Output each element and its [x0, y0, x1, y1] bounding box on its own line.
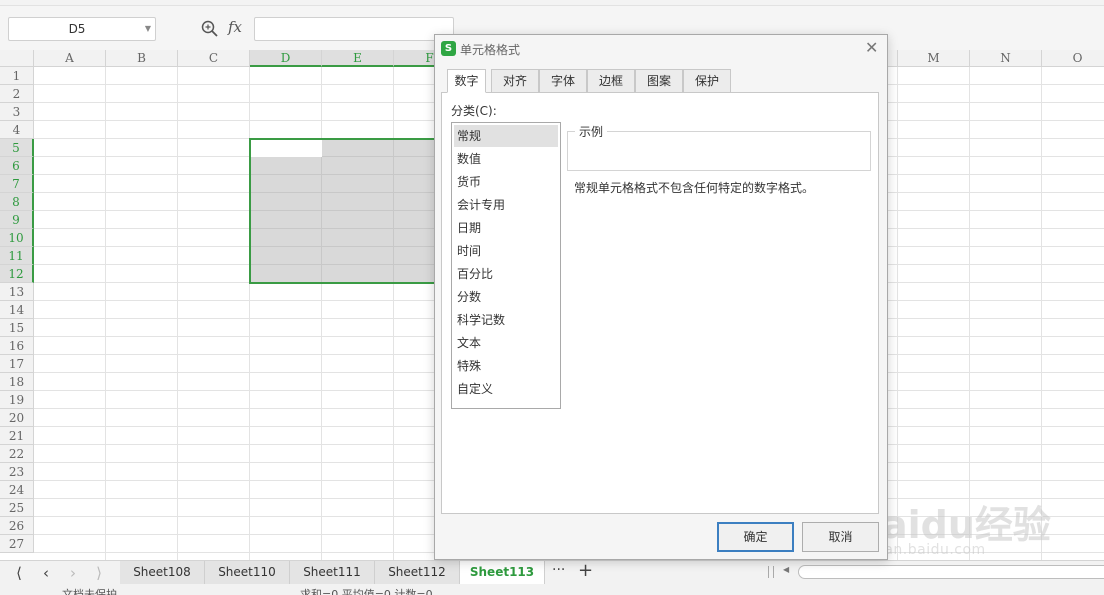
- format-cells-dialog: S 单元格格式 ✕ 数字 对齐 字体 边框 图案 保护 分类(C): 常规 数值货…: [434, 34, 888, 560]
- selection-summary: 求和=0 平均值=0 计数=0: [300, 588, 433, 595]
- fx-icon[interactable]: fx: [228, 18, 242, 36]
- row-header-14[interactable]: 14: [0, 301, 34, 319]
- status-bar: 文档未保护 求和=0 平均值=0 计数=0: [0, 584, 1104, 595]
- row-header-7[interactable]: 7: [0, 175, 34, 193]
- cancel-button[interactable]: 取消: [802, 522, 879, 552]
- column-header-c[interactable]: C: [178, 50, 250, 67]
- zoom-icon[interactable]: [200, 19, 220, 39]
- row-header-23[interactable]: 23: [0, 463, 34, 481]
- name-box-value: D5: [68, 22, 86, 36]
- sheet-tab-sheet113[interactable]: Sheet113: [460, 561, 545, 584]
- category-label: 分类(C):: [451, 104, 497, 118]
- column-header-a[interactable]: A: [34, 50, 106, 67]
- scroll-left-icon[interactable]: ◀: [783, 565, 789, 574]
- sheet-tab-sheet110[interactable]: Sheet110: [205, 561, 290, 584]
- tab-protection[interactable]: 保护: [683, 69, 731, 93]
- column-header-o[interactable]: O: [1042, 50, 1104, 67]
- row-header-19[interactable]: 19: [0, 391, 34, 409]
- row-header-11[interactable]: 11: [0, 247, 34, 265]
- last-sheet-icon[interactable]: ⟩: [88, 563, 110, 583]
- formula-input[interactable]: [254, 17, 454, 41]
- spreadsheet-app: D5 ▼ fx ABCDEFGHIJKLMNO12345678910111213…: [0, 0, 1104, 595]
- column-header-e[interactable]: E: [322, 50, 394, 67]
- row-header-15[interactable]: 15: [0, 319, 34, 337]
- column-header-n[interactable]: N: [970, 50, 1042, 67]
- row-header-9[interactable]: 9: [0, 211, 34, 229]
- sheet-tab-sheet108[interactable]: Sheet108: [120, 561, 205, 584]
- row-header-18[interactable]: 18: [0, 373, 34, 391]
- name-box[interactable]: D5 ▼: [8, 17, 156, 41]
- wps-logo-icon: S: [441, 41, 456, 56]
- close-icon[interactable]: ✕: [865, 38, 878, 57]
- tab-alignment[interactable]: 对齐: [491, 69, 539, 93]
- prev-sheet-icon[interactable]: ‹: [35, 563, 57, 583]
- tab-border[interactable]: 边框: [587, 69, 635, 93]
- category-item[interactable]: 文本: [454, 332, 558, 354]
- row-header-1[interactable]: 1: [0, 67, 34, 85]
- add-sheet-button[interactable]: +: [578, 560, 593, 581]
- category-item[interactable]: 分数: [454, 286, 558, 308]
- row-header-24[interactable]: 24: [0, 481, 34, 499]
- row-header-2[interactable]: 2: [0, 85, 34, 103]
- category-item[interactable]: 科学记数: [454, 309, 558, 331]
- row-header-5[interactable]: 5: [0, 139, 34, 157]
- sample-box: [567, 131, 871, 171]
- column-header-d[interactable]: D: [250, 50, 322, 67]
- dialog-titlebar[interactable]: S 单元格格式 ✕: [435, 35, 887, 63]
- next-sheet-icon[interactable]: ›: [62, 563, 84, 583]
- row-header-4[interactable]: 4: [0, 121, 34, 139]
- column-header-m[interactable]: M: [898, 50, 970, 67]
- category-item[interactable]: 常规: [454, 125, 558, 147]
- row-header-6[interactable]: 6: [0, 157, 34, 175]
- row-header-21[interactable]: 21: [0, 427, 34, 445]
- protection-status[interactable]: 文档未保护: [62, 586, 117, 595]
- chevron-down-icon[interactable]: ▼: [145, 24, 151, 33]
- category-item[interactable]: 会计专用: [454, 194, 558, 216]
- row-header-25[interactable]: 25: [0, 499, 34, 517]
- sample-label: 示例: [575, 123, 608, 140]
- more-sheets-button[interactable]: ···: [552, 562, 565, 578]
- row-header-16[interactable]: 16: [0, 337, 34, 355]
- first-sheet-icon[interactable]: ⟨: [8, 563, 30, 583]
- category-item[interactable]: 时间: [454, 240, 558, 262]
- row-header-20[interactable]: 20: [0, 409, 34, 427]
- category-item[interactable]: 数值: [454, 148, 558, 170]
- row-header-27[interactable]: 27: [0, 535, 34, 553]
- category-item[interactable]: 百分比: [454, 263, 558, 285]
- format-description: 常规单元格格式不包含任何特定的数字格式。: [574, 181, 815, 195]
- row-header-12[interactable]: 12: [0, 265, 34, 283]
- row-header-8[interactable]: 8: [0, 193, 34, 211]
- sheet-tab-sheet111[interactable]: Sheet111: [290, 561, 375, 584]
- row-header-22[interactable]: 22: [0, 445, 34, 463]
- column-gridline: [105, 67, 106, 560]
- ok-button[interactable]: 确定: [717, 522, 794, 552]
- category-item[interactable]: 特殊: [454, 355, 558, 377]
- select-all-corner[interactable]: [0, 50, 34, 67]
- tab-number[interactable]: 数字: [447, 69, 486, 93]
- row-header-3[interactable]: 3: [0, 103, 34, 121]
- number-tab-panel: 分类(C): 常规 数值 货币 会计专用 日期 时间 百分比 分数 科学记数 文本 特殊 自定义 示例…: [441, 92, 879, 514]
- sheet-tab-sheet112[interactable]: Sheet112: [375, 561, 460, 584]
- tab-font[interactable]: 字体: [539, 69, 587, 93]
- dialog-title: 单元格格式: [460, 43, 521, 57]
- column-gridline: [177, 67, 178, 560]
- category-item[interactable]: 日期: [454, 217, 558, 239]
- column-header-b[interactable]: B: [106, 50, 178, 67]
- row-header-13[interactable]: 13: [0, 283, 34, 301]
- row-header-10[interactable]: 10: [0, 229, 34, 247]
- category-item[interactable]: 货币: [454, 171, 558, 193]
- category-list[interactable]: 常规 数值 货币 会计专用 日期 时间 百分比 分数 科学记数 文本 特殊 自定义: [451, 122, 561, 409]
- row-header-26[interactable]: 26: [0, 517, 34, 535]
- row-header-17[interactable]: 17: [0, 355, 34, 373]
- category-item[interactable]: 自定义: [454, 378, 558, 400]
- tab-pattern[interactable]: 图案: [635, 69, 683, 93]
- scroll-split-handle[interactable]: [768, 566, 774, 578]
